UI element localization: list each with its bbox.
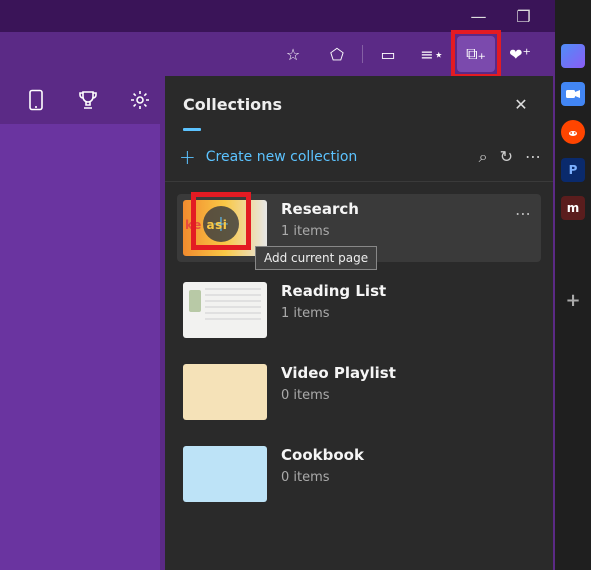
- collections-list: ke asi Research 1 items ⋯ + Add current …: [165, 182, 553, 508]
- trophy-icon[interactable]: [72, 84, 104, 116]
- minimize-button[interactable]: —: [456, 0, 501, 32]
- panel-title: Collections: [183, 95, 282, 114]
- split-screen-icon[interactable]: ▭: [369, 36, 407, 72]
- browser-toolbar: ☆ ⬠ ▭ ≡⋆ ⧉₊ ❤⁺ ⋯: [0, 32, 591, 76]
- refresh-icon[interactable]: ↻: [500, 147, 513, 167]
- panel-close-button[interactable]: ✕: [507, 90, 535, 118]
- collection-item-research[interactable]: ke asi Research 1 items ⋯ + Add current …: [177, 194, 541, 262]
- browser-essentials-icon[interactable]: ❤⁺: [501, 36, 539, 72]
- m-app-icon[interactable]: m: [561, 196, 585, 220]
- collection-thumb: [183, 446, 267, 502]
- page-subbar: [0, 76, 160, 124]
- collection-item-video[interactable]: Video Playlist 0 items: [177, 358, 541, 426]
- favorites-hub-icon[interactable]: ≡⋆: [413, 36, 451, 72]
- settings-gear-icon[interactable]: [124, 84, 156, 116]
- collection-thumb: [183, 364, 267, 420]
- collections-button[interactable]: ⧉₊: [457, 36, 495, 72]
- search-icon[interactable]: ⌕: [479, 147, 488, 167]
- titlebar: — ❐ ✕: [0, 0, 591, 32]
- plus-icon: +: [179, 145, 196, 169]
- collection-thumb: [183, 282, 267, 338]
- favorite-star-icon[interactable]: ☆: [274, 36, 312, 72]
- create-collection-button[interactable]: + Create new collection: [179, 145, 357, 169]
- collection-item-cookbook[interactable]: Cookbook 0 items: [177, 440, 541, 508]
- browser-sidebar: P m +: [555, 0, 591, 570]
- sidebar-add-icon[interactable]: +: [561, 288, 585, 312]
- toolbar-separator: [362, 45, 363, 63]
- collections-panel: Collections ✕ + Create new collection ⌕ …: [165, 76, 553, 570]
- collection-name: Research: [281, 200, 359, 218]
- copilot-icon[interactable]: [561, 44, 585, 68]
- create-collection-label: Create new collection: [206, 149, 358, 165]
- collection-count: 0 items: [281, 388, 330, 403]
- collection-name: Cookbook: [281, 446, 364, 464]
- collection-name: Video Playlist: [281, 364, 396, 382]
- camera-app-icon[interactable]: [561, 82, 585, 106]
- collection-count: 1 items: [281, 224, 330, 239]
- thumb-text: ke asi: [185, 218, 227, 232]
- item-more-icon[interactable]: ⋯: [515, 204, 531, 223]
- collection-name: Reading List: [281, 282, 386, 300]
- add-page-tooltip: Add current page: [255, 246, 377, 270]
- paypal-icon[interactable]: P: [561, 158, 585, 182]
- panel-more-icon[interactable]: ⋯: [525, 147, 541, 167]
- mobile-icon[interactable]: [20, 84, 52, 116]
- page-background: [0, 76, 160, 570]
- restore-button[interactable]: ❐: [501, 0, 546, 32]
- extensions-icon[interactable]: ⬠: [318, 36, 356, 72]
- collection-count: 0 items: [281, 470, 330, 485]
- collections-icon: ⧉₊: [466, 44, 486, 64]
- reddit-icon[interactable]: [561, 120, 585, 144]
- collection-count: 1 items: [281, 306, 330, 321]
- collection-item-reading[interactable]: Reading List 1 items: [177, 276, 541, 344]
